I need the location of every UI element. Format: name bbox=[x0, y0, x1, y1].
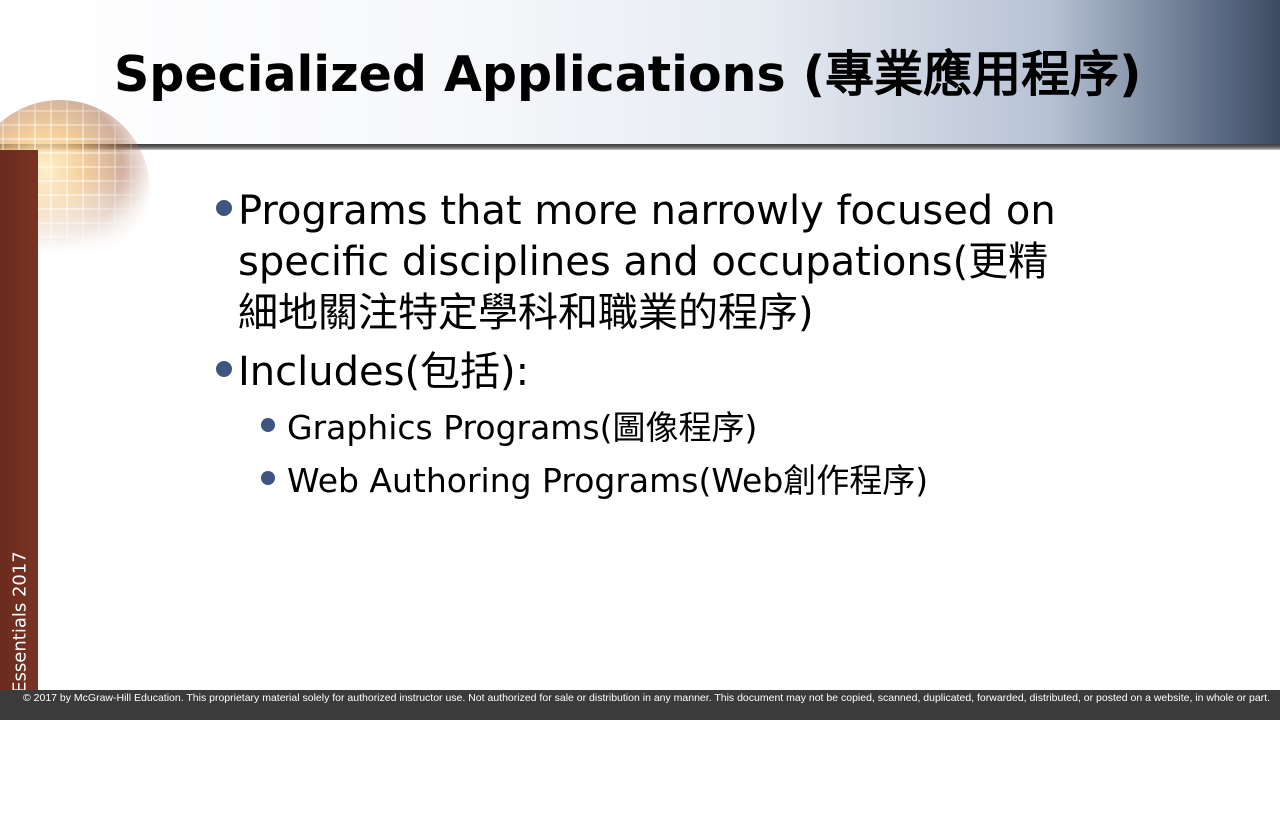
bullet-text: Includes(包括): bbox=[238, 349, 530, 395]
slide-title: Specialized Applications (專業應用程序) bbox=[114, 46, 1142, 103]
side-label-secondary: Essentials 2017 bbox=[9, 551, 31, 693]
sub-bullet-item: Graphics Programs(圖像程序) bbox=[258, 406, 1088, 450]
copyright-notice: © 2017 by McGraw-Hill Education. This pr… bbox=[23, 692, 1270, 704]
bullet-item: Programs that more narrowly focused on s… bbox=[208, 186, 1088, 339]
side-bar: Computing Essentials 2017 bbox=[0, 150, 38, 819]
bullet-dot-icon bbox=[216, 361, 232, 377]
sub-bullet-item: Web Authoring Programs(Web創作程序) bbox=[258, 459, 1088, 503]
bullet-text: Programs that more narrowly focused on s… bbox=[238, 188, 1056, 336]
sub-bullet-text: Web Authoring Programs(Web創作程序) bbox=[287, 461, 929, 500]
bullet-item: Includes(包括): bbox=[208, 347, 1088, 398]
bullet-dot-icon bbox=[261, 418, 275, 432]
bullet-dot-icon bbox=[261, 471, 275, 485]
bullet-dot-icon bbox=[216, 200, 232, 216]
side-label: Computing Essentials 2017 bbox=[7, 551, 32, 819]
sub-bullet-text: Graphics Programs(圖像程序) bbox=[287, 408, 758, 447]
footer-bar: © 2017 by McGraw-Hill Education. This pr… bbox=[0, 690, 1280, 720]
header-divider bbox=[0, 144, 1280, 150]
bullet-list: Programs that more narrowly focused on s… bbox=[208, 186, 1088, 512]
